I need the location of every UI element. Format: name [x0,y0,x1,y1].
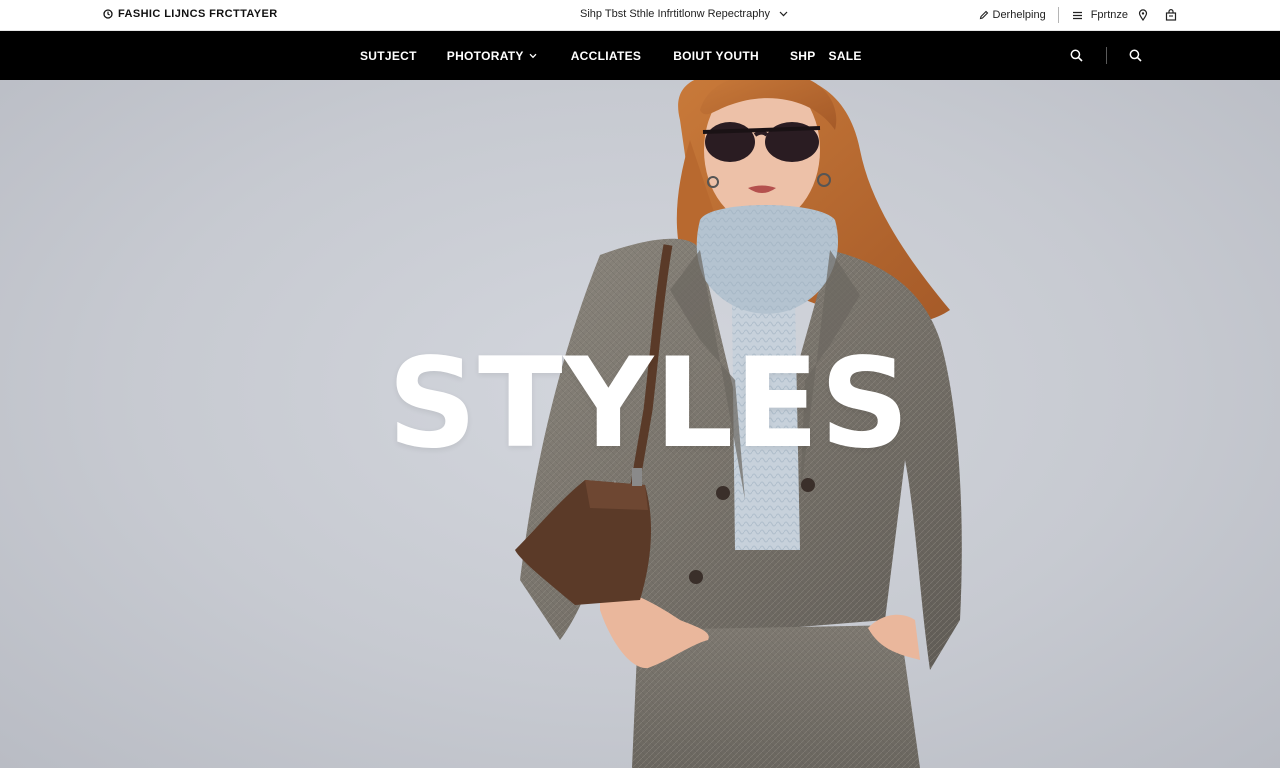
search-icon[interactable] [1070,49,1083,62]
bag-icon[interactable] [1165,9,1177,21]
nav-item-sale[interactable]: SALE [829,49,862,63]
nav-item-photoraty[interactable]: PHOTORATY [447,49,537,63]
announcement-dropdown[interactable]: Sihp Tbst Sthle Infrtitlonw Repectraphy [580,8,788,20]
brand-name: FASHIC LIJNCS FRCTTAYER [118,8,278,20]
help-link[interactable]: Derhelping [979,9,1046,21]
nav-item-accliates[interactable]: ACCLIATES [571,49,641,63]
utility-bar: FASHIC LIJNCS FRCTTAYER Sihp Tbst Sthle … [0,0,1280,31]
utility-divider [1057,7,1059,23]
menu-link[interactable]: Fprtnze [1072,9,1128,21]
stack-icon [1072,11,1083,20]
menu-label: Fprtnze [1090,9,1128,21]
pen-icon [979,10,989,20]
main-nav: SUTJECT PHOTORATY ACCLIATES BOIUT YOUTH … [0,31,1280,80]
map-pin-icon[interactable] [1138,9,1148,21]
nav-item-label: PHOTORATY [446,48,524,63]
search-icon[interactable] [1129,49,1142,62]
chevron-down-icon [779,11,788,17]
nav-item-shp[interactable]: SHP [790,49,816,63]
clock-icon [103,9,113,19]
utility-links: Derhelping Fprtnze [979,6,1178,24]
nav-item-boiut-youth[interactable]: BOIUT YOUTH [673,49,759,63]
brand[interactable]: FASHIC LIJNCS FRCTTAYER [103,8,278,20]
help-label: Derhelping [992,9,1046,21]
hero-title: STYLES [387,332,911,476]
nav-links: SUTJECT PHOTORATY ACCLIATES BOIUT YOUTH … [360,31,862,80]
announcement-text: Sihp Tbst Sthle Infrtitlonw Repectraphy [580,8,770,20]
chevron-down-icon [529,53,537,59]
nav-icons [1070,31,1142,80]
nav-divider [1106,47,1107,64]
hero-banner[interactable]: STYLES [0,80,1280,768]
nav-item-subject[interactable]: SUTJECT [360,49,417,63]
